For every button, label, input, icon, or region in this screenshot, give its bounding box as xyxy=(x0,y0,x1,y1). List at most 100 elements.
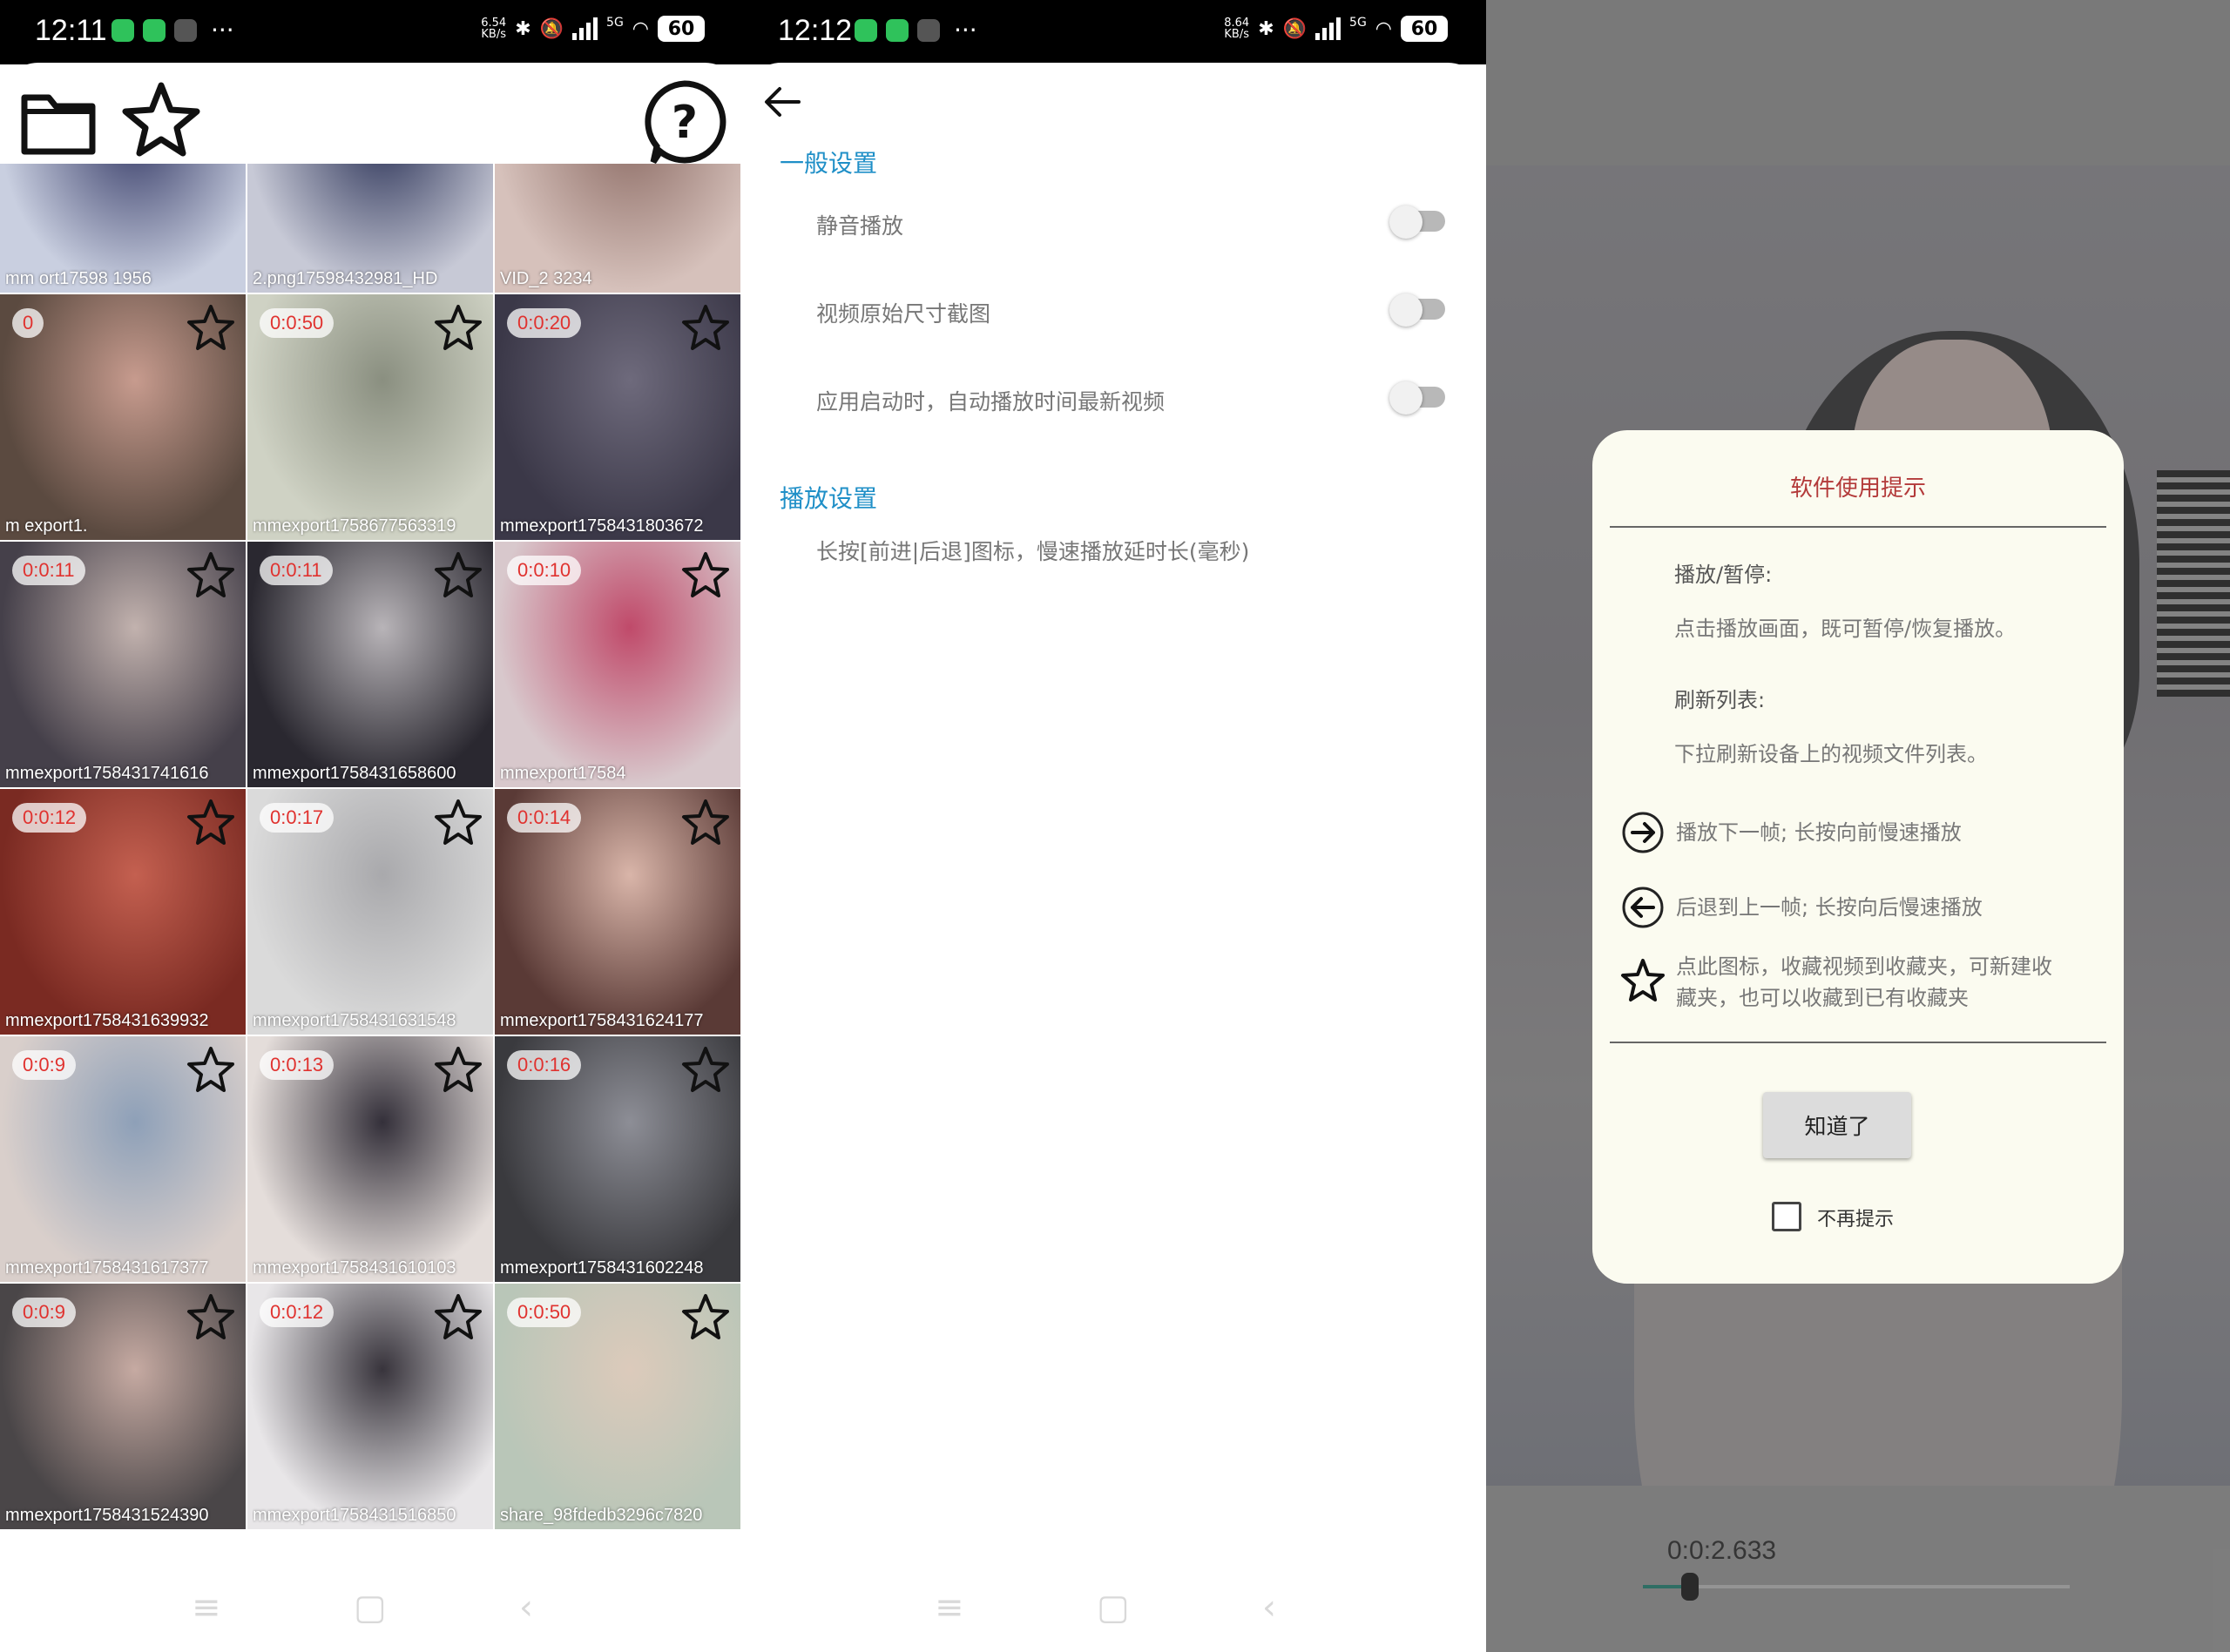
setting-mute-label: 静音播放 xyxy=(816,213,904,239)
play-pause-text: 点击播放画面，既可暂停/恢复播放。 xyxy=(1674,617,2017,641)
favorite-star-icon[interactable] xyxy=(681,303,730,352)
favorite-star-icon[interactable] xyxy=(434,1045,483,1094)
duration-badge: 0:0:11 xyxy=(12,556,85,585)
wechat-icon xyxy=(886,19,909,42)
player-screen: 0:0:2.633 软件使用提示 播放/暂停: 点击播放画面，既可暂停/恢复播放… xyxy=(1486,0,2230,1652)
home-nav-icon[interactable]: ▢ xyxy=(1097,1588,1130,1628)
dont-show-label: 不再提示 xyxy=(1817,1209,1895,1231)
video-filename: mmexport1758431658600 xyxy=(253,764,456,783)
back-nav-icon[interactable]: ‹ xyxy=(519,1588,533,1628)
duration-badge: 0:0:50 xyxy=(507,1298,582,1327)
favorite-star-icon[interactable] xyxy=(186,550,235,599)
sheet-top xyxy=(743,63,1486,115)
nav-bar: ≡ ▢ ‹ xyxy=(0,1556,743,1652)
notification-icons: ··· xyxy=(855,16,977,44)
duration-badge: 0:0:20 xyxy=(507,308,582,338)
back-arrow-icon[interactable] xyxy=(760,80,804,124)
video-tile[interactable]: 0:0:13 mmexport1758431610103 xyxy=(247,1036,493,1282)
video-tile[interactable]: 0:0:11 mmexport1758431658600 xyxy=(247,542,493,787)
video-tile[interactable]: 0:0:9 mmexport1758431617377 xyxy=(0,1036,246,1282)
sheet-top xyxy=(0,63,743,115)
setting-original-size-label: 视频原始尺寸截图 xyxy=(816,301,991,327)
got-it-button[interactable]: 知道了 xyxy=(1763,1092,1911,1158)
video-tile[interactable]: 0:0:16 mmexport1758431602248 xyxy=(495,1036,740,1282)
nav-bar: ≡ ▢ ‹ xyxy=(743,1556,1486,1652)
favorite-star-icon[interactable] xyxy=(186,1045,235,1094)
video-tile[interactable]: VID_2 3234 xyxy=(495,164,740,293)
favorite-star-icon[interactable] xyxy=(434,798,483,846)
duration-badge: 0:0:50 xyxy=(260,308,334,338)
messages-icon xyxy=(855,19,877,42)
video-tile[interactable]: 2.png17598432981_HD xyxy=(247,164,493,293)
video-filename: 2.png17598432981_HD xyxy=(253,269,438,288)
refresh-text: 下拉刷新设备上的视频文件列表。 xyxy=(1674,742,1988,766)
video-tile[interactable]: 0:0:10 mmexport17584 xyxy=(495,542,740,787)
help-icon[interactable]: ? xyxy=(641,78,728,165)
favorite-star-icon[interactable] xyxy=(186,798,235,846)
video-list-screen: 12:11 ··· 6.54 KB/s ✱ 🔕 5G ◠ 60 ? mm ort… xyxy=(0,0,743,1652)
video-tile[interactable]: mm ort17598 1956 xyxy=(0,164,246,293)
favorite-star-icon[interactable] xyxy=(681,798,730,846)
video-tile[interactable]: 0:0:50 share_98fdedb3296c7820 xyxy=(495,1284,740,1529)
favorite-star-icon[interactable] xyxy=(434,303,483,352)
video-filename: mmexport1758431624177 xyxy=(500,1011,704,1030)
video-tile[interactable]: 0:0:9 mmexport1758431524390 xyxy=(0,1284,246,1529)
svg-text:?: ? xyxy=(672,97,698,149)
signal-icon xyxy=(572,17,598,40)
video-filename: mmexport1758431803672 xyxy=(500,516,704,536)
folder-icon[interactable] xyxy=(19,82,98,160)
messages-icon xyxy=(112,19,134,42)
more-dots-icon: ··· xyxy=(954,16,977,44)
autoplay-toggle[interactable] xyxy=(1389,381,1445,415)
status-right: 6.54 KB/s ✱ 🔕 5G ◠ 60 xyxy=(481,16,705,42)
menu-nav-icon[interactable]: ≡ xyxy=(935,1588,964,1628)
favorite-star-icon[interactable] xyxy=(681,550,730,599)
favorite-star-icon[interactable] xyxy=(681,1045,730,1094)
mute-toggle[interactable] xyxy=(1389,206,1445,239)
divider xyxy=(1610,1042,2106,1043)
divider xyxy=(1610,526,2106,528)
back-nav-icon[interactable]: ‹ xyxy=(1262,1588,1276,1628)
prev-frame-text: 后退到上一帧; 长按向后慢速播放 xyxy=(1676,895,1983,920)
notification-icons: ··· xyxy=(112,16,234,44)
video-tile[interactable]: 0 m export1. xyxy=(0,294,246,540)
video-tile[interactable]: 0:0:11 mmexport1758431741616 xyxy=(0,542,246,787)
next-frame-text: 播放下一帧; 长按向前慢速播放 xyxy=(1676,820,1962,845)
net-speed: 8.64 KB/s xyxy=(1224,17,1250,41)
menu-nav-icon[interactable]: ≡ xyxy=(192,1588,221,1628)
star-icon xyxy=(1621,959,1665,1001)
video-tile[interactable]: 0:0:12 mmexport1758431639932 xyxy=(0,789,246,1035)
more-dots-icon: ··· xyxy=(211,16,234,44)
favorite-star-icon[interactable] xyxy=(434,550,483,599)
network-type: 5G xyxy=(606,16,624,30)
duration-badge: 0:0:16 xyxy=(507,1050,582,1080)
favorite-star-icon[interactable] xyxy=(434,1292,483,1341)
video-tile[interactable]: 0:0:50 mmexport1758677563319 xyxy=(247,294,493,540)
signal-icon xyxy=(1315,17,1341,40)
refresh-heading: 刷新列表: xyxy=(1674,688,1766,712)
video-tile[interactable]: 0:0:20 mmexport1758431803672 xyxy=(495,294,740,540)
home-nav-icon[interactable]: ▢ xyxy=(354,1588,387,1628)
mute-icon: 🔕 xyxy=(1282,17,1308,40)
video-tile[interactable]: 0:0:14 mmexport1758431624177 xyxy=(495,789,740,1035)
duration-badge: 0:0:13 xyxy=(260,1050,334,1080)
wechat-icon xyxy=(143,19,166,42)
video-tile[interactable]: 0:0:17 mmexport1758431631548 xyxy=(247,789,493,1035)
video-filename: mmexport1758431631548 xyxy=(253,1011,456,1030)
usage-tips-dialog: 软件使用提示 播放/暂停: 点击播放画面，既可暂停/恢复播放。 刷新列表: 下拉… xyxy=(1592,430,2124,1284)
video-filename: mmexport17584 xyxy=(500,764,626,783)
wifi-icon: ◠ xyxy=(632,17,649,40)
video-tile[interactable]: 0:0:12 mmexport1758431516850 xyxy=(247,1284,493,1529)
dont-show-checkbox[interactable] xyxy=(1772,1202,1801,1231)
bluetooth-icon: ✱ xyxy=(515,17,531,40)
status-right: 8.64 KB/s ✱ 🔕 5G ◠ 60 xyxy=(1224,16,1448,42)
duration-badge: 0:0:9 xyxy=(12,1298,76,1327)
original-size-toggle[interactable] xyxy=(1389,293,1445,327)
video-filename: m export1. xyxy=(5,516,88,536)
favorite-star-icon[interactable] xyxy=(186,1292,235,1341)
duration-badge: 0:0:10 xyxy=(507,556,582,585)
favorite-star-icon[interactable] xyxy=(681,1292,730,1341)
slow-play-delay-setting[interactable]: 长按[前进|后退]图标，慢速播放延时长(毫秒) xyxy=(816,535,1249,566)
favorites-star-icon[interactable] xyxy=(122,80,200,158)
favorite-star-icon[interactable] xyxy=(186,303,235,352)
